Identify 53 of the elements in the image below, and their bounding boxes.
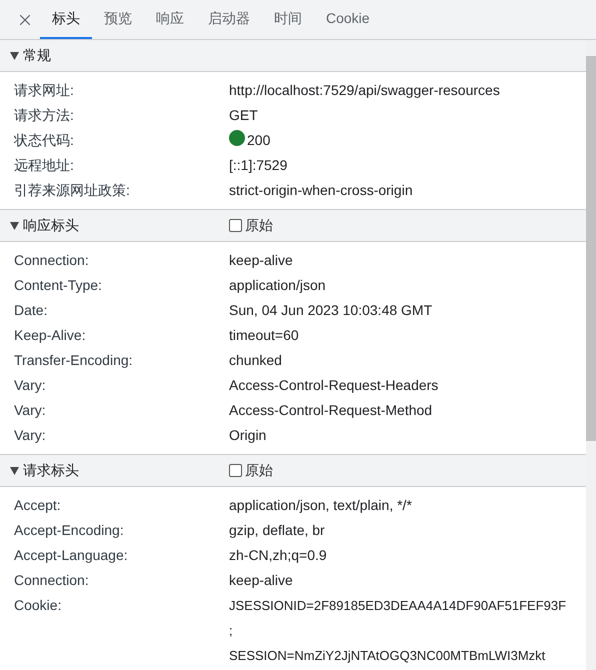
header-value: JSESSIONID=2F89185ED3DEAA4A14DF90AF51FEF93F bbox=[229, 597, 566, 615]
header-value: keep-alive bbox=[229, 571, 293, 590]
header-name: 请求网址: bbox=[14, 81, 75, 100]
header-value: strict-origin-when-cross-origin bbox=[229, 181, 413, 200]
header-value: Sun, 04 Jun 2023 10:03:48 GMT bbox=[229, 301, 432, 320]
header-value: http://localhost:7529/api/swagger-resources bbox=[229, 81, 500, 100]
header-value: gzip, deflate, br bbox=[229, 521, 325, 540]
header-name: Vary: bbox=[14, 376, 47, 395]
raw-label: 原始 bbox=[245, 461, 273, 480]
raw-label: 原始 bbox=[245, 216, 273, 235]
header-value: ; bbox=[229, 622, 234, 640]
tab[interactable]: 启动器 bbox=[196, 0, 262, 39]
header-value: application/json bbox=[229, 276, 326, 295]
header-value: SESSION=NmZiY2JjNTAtOGQ3NC00MTBmLWI3Mzkt bbox=[229, 647, 546, 665]
header-name: Accept-Language: bbox=[14, 546, 129, 565]
raw-checkbox[interactable] bbox=[229, 464, 242, 477]
header-value: zh-CN,zh;q=0.9 bbox=[229, 546, 327, 565]
section-title: 常规 bbox=[23, 46, 51, 65]
header-name: Accept: bbox=[14, 496, 62, 515]
header-value: Origin bbox=[229, 426, 266, 445]
header-name: Cookie: bbox=[14, 596, 62, 615]
section-title: 请求标头 bbox=[23, 461, 79, 480]
header-value: 200 bbox=[247, 131, 270, 150]
tab[interactable]: Cookie bbox=[314, 0, 382, 39]
header-value: Access-Control-Request-Method bbox=[229, 401, 432, 420]
header-name: Connection: bbox=[14, 571, 90, 590]
header-name: Content-Type: bbox=[14, 276, 103, 295]
header-name: Date: bbox=[14, 301, 48, 320]
header-name: Transfer-Encoding: bbox=[14, 351, 134, 370]
tab[interactable]: 响应 bbox=[144, 0, 196, 39]
header-value: [::1]:7529 bbox=[229, 156, 288, 175]
header-name: Connection: bbox=[14, 251, 90, 270]
header-name: 引荐来源网址政策: bbox=[14, 181, 131, 200]
header-value: keep-alive bbox=[229, 251, 293, 270]
section-header[interactable]: 常规 bbox=[0, 40, 586, 72]
header-name: 远程地址: bbox=[14, 156, 75, 175]
header-name: Vary: bbox=[14, 426, 47, 445]
tab[interactable]: 时间 bbox=[262, 0, 314, 39]
raw-checkbox[interactable] bbox=[229, 219, 242, 232]
header-value: GET bbox=[229, 106, 258, 125]
section-header[interactable]: 响应标头 原始 bbox=[0, 210, 586, 242]
header-value: timeout=60 bbox=[229, 326, 299, 345]
header-name: Accept-Encoding: bbox=[14, 521, 125, 540]
header-name: Keep-Alive: bbox=[14, 326, 87, 345]
header-name: 状态代码: bbox=[14, 131, 75, 150]
section-header[interactable]: 请求标头 原始 bbox=[0, 455, 586, 487]
header-name: 请求方法: bbox=[14, 106, 75, 125]
header-value: Access-Control-Request-Headers bbox=[229, 376, 438, 395]
header-name: Vary: bbox=[14, 401, 47, 420]
header-value: chunked bbox=[229, 351, 282, 370]
tab[interactable]: 预览 bbox=[92, 0, 144, 39]
section-title: 响应标头 bbox=[23, 216, 79, 235]
header-value: application/json, text/plain, */* bbox=[229, 496, 412, 515]
